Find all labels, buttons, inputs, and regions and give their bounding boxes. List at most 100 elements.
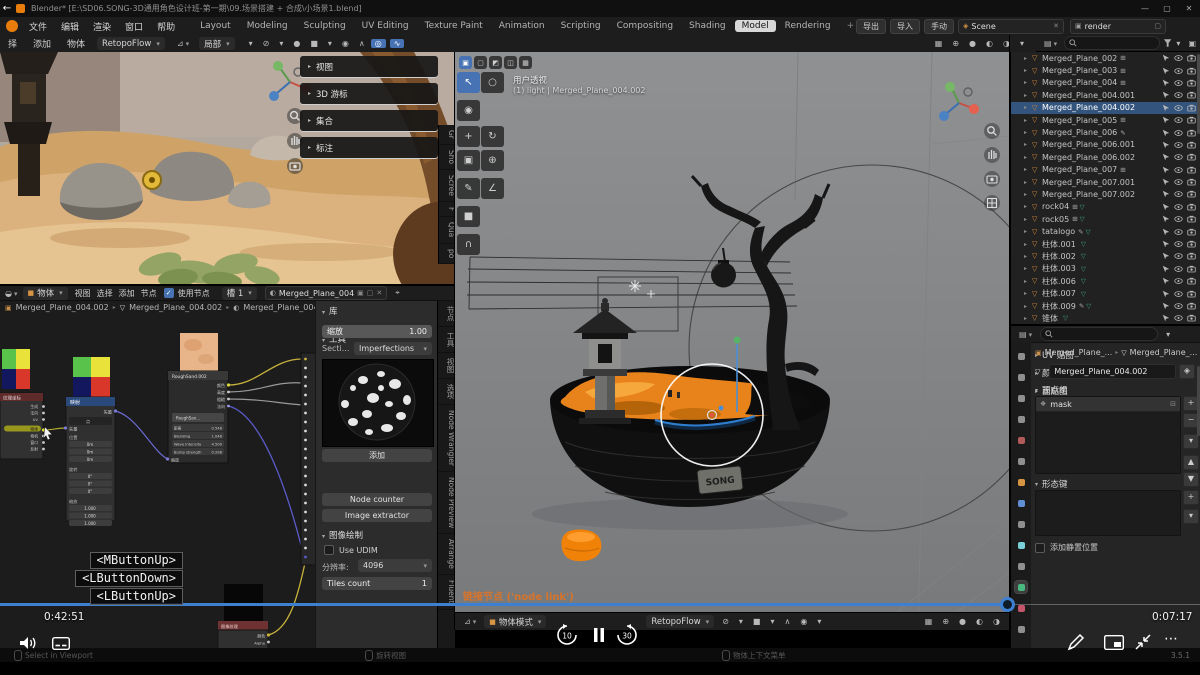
toolbar-icon[interactable]: ▾	[275, 39, 287, 48]
properties-tab[interactable]	[1015, 497, 1027, 509]
rest-position-row[interactable]: 添加静置位置	[1035, 542, 1195, 553]
render-camera-icon[interactable]	[1187, 228, 1196, 236]
render-camera-icon[interactable]	[1187, 166, 1196, 174]
selectable-icon[interactable]	[1162, 228, 1170, 236]
mode-icon[interactable]: ▢	[474, 56, 487, 69]
material-selector[interactable]: ◐ Merged_Plane_004 ▣ ▢ ✕	[265, 286, 388, 300]
transform-orientation-menu[interactable]: 局部	[199, 37, 235, 50]
lock-icon[interactable]: ⊟	[1170, 400, 1176, 408]
selectable-icon[interactable]	[1162, 104, 1170, 112]
render-camera-icon[interactable]	[1187, 240, 1196, 248]
selectable-icon[interactable]	[1162, 240, 1170, 248]
render-camera-icon[interactable]	[1187, 91, 1196, 99]
texture-preview[interactable]	[322, 359, 434, 447]
shading-mode-icon[interactable]: ◑	[999, 39, 1014, 48]
visibility-eye-icon[interactable]	[1174, 215, 1183, 223]
selectable-icon[interactable]	[1162, 54, 1170, 62]
filter-caret-icon[interactable]: ▾	[1175, 39, 1181, 48]
toolbar-icon[interactable]: ●	[289, 39, 304, 48]
viewport-panel-header[interactable]: 3D 游标	[300, 83, 438, 104]
header-icon[interactable]: ▾	[813, 617, 825, 626]
viewport-nav-buttons[interactable]	[983, 122, 1001, 226]
area-divider[interactable]	[454, 52, 455, 630]
scale-slider[interactable]: 缩放1.00	[322, 325, 432, 338]
header-icon[interactable]: ∧	[780, 617, 794, 626]
selectable-icon[interactable]	[1162, 153, 1170, 161]
sidebar-tab[interactable]: 选项	[438, 379, 455, 405]
scene-unlink-icon[interactable]: ✕	[1053, 22, 1059, 30]
properties-tab[interactable]	[1015, 581, 1027, 593]
visibility-eye-icon[interactable]	[1174, 314, 1183, 322]
header-icon[interactable]: ▾	[735, 617, 747, 626]
use-nodes-checkbox[interactable]: ✓	[164, 288, 174, 298]
expand-icon[interactable]: ▸	[1024, 191, 1032, 198]
object-name[interactable]: 柱体.009	[1042, 301, 1076, 312]
properties-tab[interactable]	[1015, 392, 1027, 404]
expand-icon[interactable]: ▸	[1024, 92, 1032, 99]
node-editor-menu-item[interactable]: 添加	[116, 288, 138, 299]
sidebar-tab[interactable]: 工具	[438, 327, 455, 353]
selectable-icon[interactable]	[1162, 252, 1170, 260]
selectable-icon[interactable]	[1162, 67, 1170, 75]
outliner-row[interactable]: ▸ ▽ Merged_Plane_004.001	[1011, 89, 1200, 101]
export-button[interactable]: 导出	[856, 19, 886, 34]
outliner-row[interactable]: ▸ ▽ Merged_Plane_004.002	[1011, 102, 1200, 114]
manual-button[interactable]: 手动	[924, 19, 954, 34]
sidebar-tab[interactable]: 节点	[438, 301, 455, 327]
image-paint-section-header[interactable]: 图像绘制	[316, 525, 363, 543]
render-camera-icon[interactable]	[1187, 79, 1196, 87]
visibility-eye-icon[interactable]	[1174, 129, 1183, 137]
object-name[interactable]: Merged_Plane_004.001	[1042, 91, 1135, 100]
scene-selector[interactable]: ◈ Scene ✕	[958, 19, 1064, 34]
workspace-tab[interactable]: Modeling	[240, 20, 295, 32]
toolbar-icon[interactable]: ■	[306, 39, 322, 48]
expand-icon[interactable]: ▸	[1024, 67, 1032, 74]
shield-icon[interactable]: ◈	[1179, 364, 1195, 379]
cursor-tool[interactable]: ○	[481, 72, 504, 93]
render-camera-icon[interactable]	[1187, 290, 1196, 298]
player-back-icon[interactable]: ←	[0, 3, 14, 14]
outliner-row[interactable]: ▸ ▽ Merged_Plane_006.002	[1011, 151, 1200, 163]
visibility-eye-icon[interactable]	[1174, 141, 1183, 149]
retopoflow-menu[interactable]: RetopoFlow	[646, 615, 714, 628]
sidebar-tab[interactable]: Qua	[439, 217, 455, 243]
render-camera-icon[interactable]	[1187, 215, 1196, 223]
shading-mode-icon[interactable]: ▦	[921, 617, 937, 626]
workspace-tab[interactable]: Rendering	[778, 20, 838, 32]
selectable-icon[interactable]	[1162, 277, 1170, 285]
visibility-eye-icon[interactable]	[1174, 91, 1183, 99]
expand-icon[interactable]: ▸	[1024, 253, 1032, 260]
expand-icon[interactable]: ▸	[1024, 55, 1032, 62]
object-name[interactable]: Merged_Plane_004	[1042, 78, 1117, 87]
outliner-row[interactable]: ▸ ▽ 柱体.003 ▽	[1011, 263, 1200, 275]
transform-pivot-icon[interactable]: ⊿	[173, 39, 193, 48]
sidebar-tab[interactable]: Arrange	[438, 534, 455, 575]
shading-mode-icon[interactable]: ◑	[989, 617, 1004, 626]
visibility-eye-icon[interactable]	[1174, 228, 1183, 236]
object-name[interactable]: 柱体.002	[1042, 251, 1076, 262]
render-camera-icon[interactable]	[1187, 67, 1196, 75]
render-camera-icon[interactable]	[1187, 277, 1196, 285]
expand-icon[interactable]: ▸	[1024, 315, 1032, 322]
object-name[interactable]: Merged_Plane_003	[1042, 66, 1117, 75]
outliner-row[interactable]: ▸ ▽ Merged_Plane_007.001	[1011, 176, 1200, 188]
subtitles-icon[interactable]	[52, 637, 70, 650]
expand-icon[interactable]: ▸	[1024, 166, 1032, 173]
object-name[interactable]: 柱体.001	[1042, 239, 1076, 250]
selectable-icon[interactable]	[1162, 178, 1170, 186]
outliner-row[interactable]: ▸ ▽ Merged_Plane_007 ⊞	[1011, 164, 1200, 176]
sidebar-tab[interactable]: F	[439, 202, 455, 217]
scale-tool[interactable]: ▣	[457, 150, 480, 171]
select-box-tool[interactable]: ↖	[457, 72, 480, 93]
viewport-3d[interactable]: SONG ▣ ▢ ◩ ◫ ▦ 用户透视 (1) light | Merged_P…	[455, 52, 1010, 630]
transform-combined-tool[interactable]: ⊕	[481, 150, 504, 171]
node-editor-menu-item[interactable]: 节点	[138, 288, 160, 299]
header-menu-item[interactable]: 添加	[25, 37, 59, 50]
close-button[interactable]: ✕	[1178, 4, 1200, 13]
app-menu-item[interactable]: 编辑	[54, 20, 86, 33]
outliner-row[interactable]: ▸ ▽ 柱体.009 ✎ ▽	[1011, 300, 1200, 312]
vertex-group-name[interactable]: mask	[1050, 400, 1072, 409]
more-options-button[interactable]: ⋯	[1164, 631, 1179, 647]
outliner-row[interactable]: ▸ ▽ 柱体.001 ▽	[1011, 238, 1200, 250]
pause-button[interactable]	[592, 626, 606, 648]
